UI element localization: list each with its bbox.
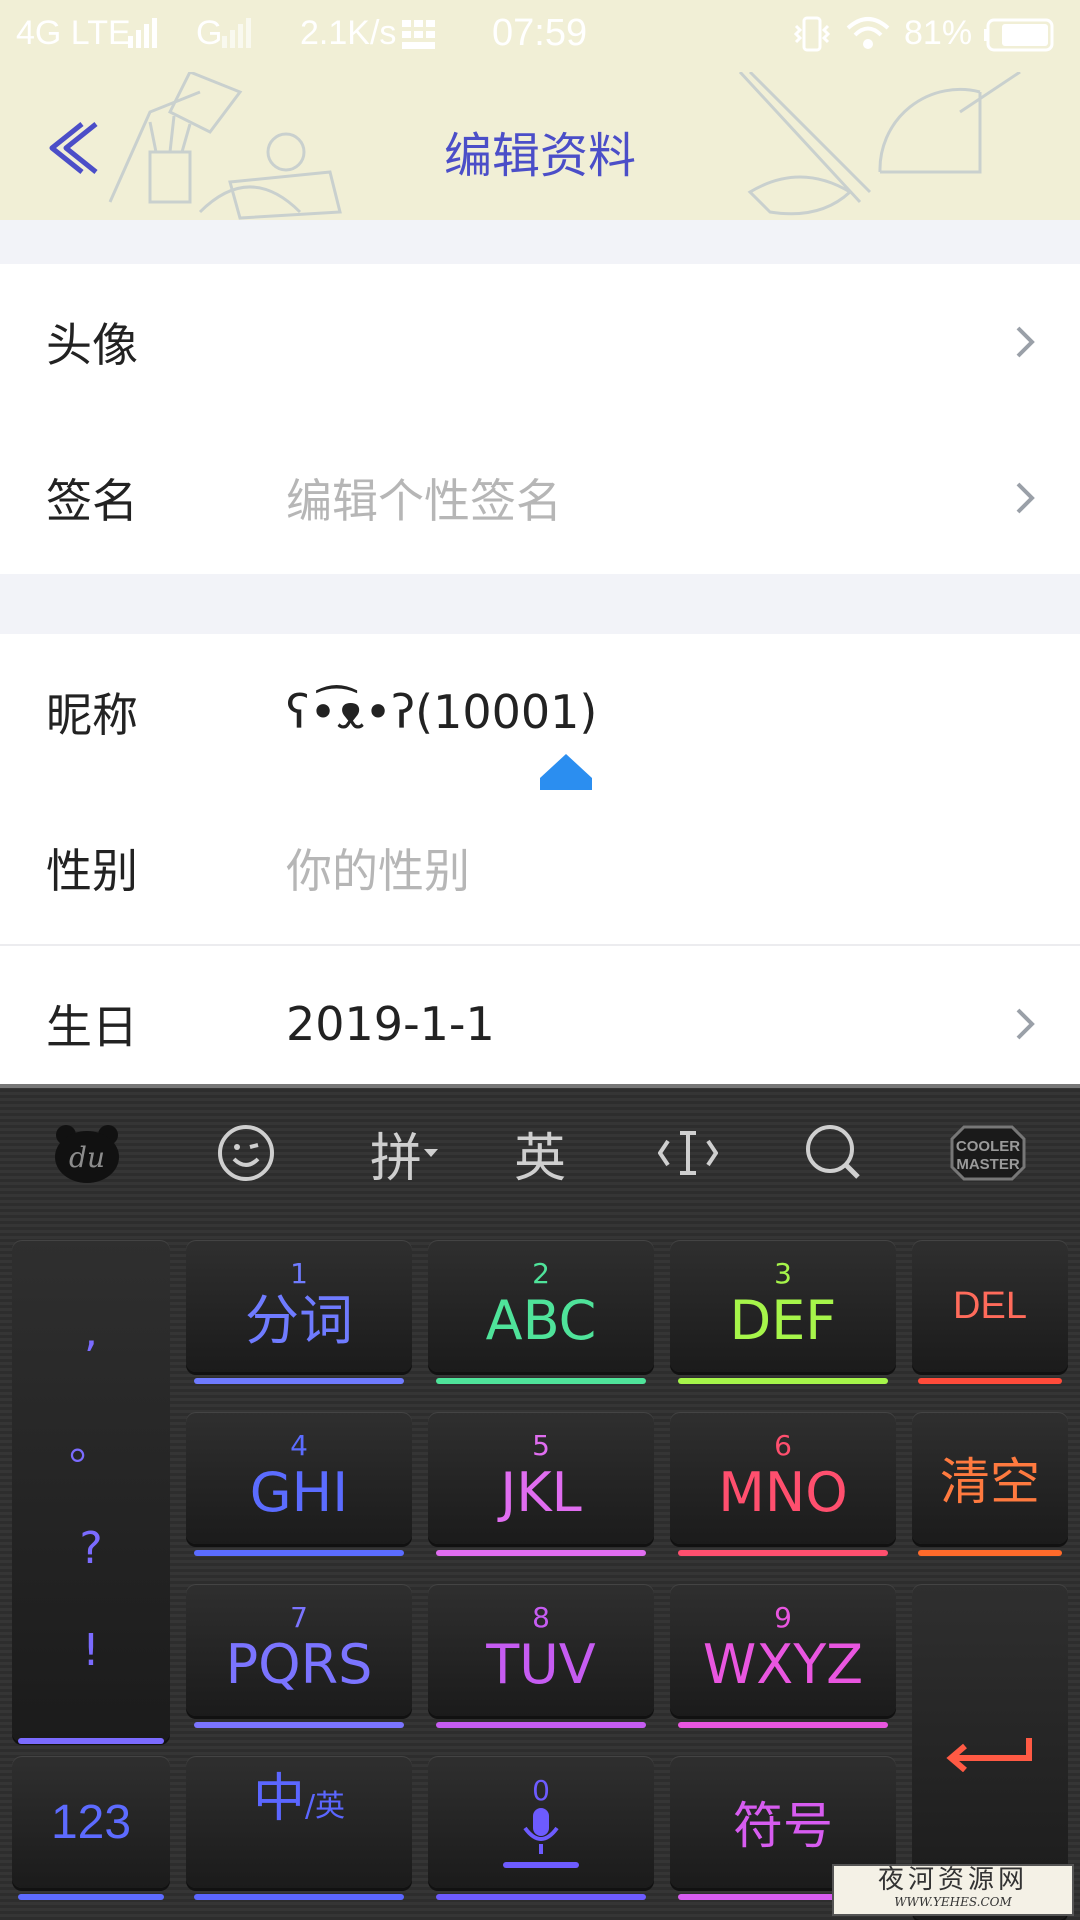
key-glow: [678, 1550, 888, 1556]
key-7[interactable]: 7 PQRS: [186, 1584, 412, 1716]
key-glow: [918, 1550, 1062, 1556]
signal-icon: [128, 18, 160, 57]
watermark-url: WWW.YEHES.COM: [894, 1895, 1012, 1909]
key-glow: [194, 1550, 404, 1556]
birthday-label: 生日: [46, 999, 138, 1054]
section-divider: [0, 220, 1080, 264]
nickname-label: 昵称: [46, 687, 138, 742]
key-4[interactable]: 4 GHI: [186, 1412, 412, 1544]
birthday-value: 2019-1-1: [286, 996, 495, 1051]
nickname-input[interactable]: ʕ•͡ᴥ•ʔ(10001): [286, 685, 597, 739]
svg-text:MASTER: MASTER: [956, 1156, 1020, 1173]
key-glow: [194, 1722, 404, 1728]
dropdown-triangle-icon: [424, 1149, 438, 1157]
keyboard-toolbar: du 拼 英 COOLER MASTER: [0, 1088, 1080, 1218]
microphone-icon: [523, 1808, 559, 1854]
notification-icon: [402, 20, 436, 50]
key-glow: [436, 1378, 646, 1384]
comma-key[interactable]: ,: [84, 1306, 98, 1357]
space-number: 0: [532, 1774, 550, 1807]
key-glow: [194, 1378, 404, 1384]
signature-row[interactable]: 签名 编辑个性签名: [0, 420, 1080, 575]
gender-row[interactable]: 性别 你的性别: [0, 790, 1080, 945]
network-speed: 2.1K/s: [300, 14, 397, 52]
search-icon[interactable]: [804, 1116, 864, 1190]
keyboard: du 拼 英 COOLER MASTER , 。 ? ! 1 分词 2 ABC …: [0, 1084, 1080, 1920]
key-9[interactable]: 9 WXYZ: [670, 1584, 896, 1716]
svg-text:du: du: [69, 1141, 105, 1174]
avatar-row[interactable]: 头像: [0, 264, 1080, 419]
network-type-2: G: [196, 14, 223, 52]
signature-placeholder: 编辑个性签名: [286, 473, 562, 528]
key-glow: [918, 1378, 1062, 1384]
key-glow: [678, 1378, 888, 1384]
gender-placeholder: 你的性别: [286, 843, 470, 898]
key-glow: [436, 1722, 646, 1728]
signal-2-icon: [222, 18, 254, 57]
punctuation-column[interactable]: , 。 ? !: [12, 1240, 170, 1742]
key-glow: [194, 1894, 404, 1900]
battery-percent: 81%: [904, 14, 973, 52]
cooler-master-logo-icon[interactable]: COOLER MASTER: [946, 1116, 1030, 1190]
delete-key[interactable]: DEL: [912, 1240, 1068, 1372]
language-main-label: 中: [252, 1769, 305, 1829]
number-mode-key[interactable]: 123: [12, 1756, 170, 1888]
delete-label: DEL: [953, 1284, 1027, 1327]
watermark-title: 夜河资源网: [877, 1865, 1028, 1895]
wifi-icon: [846, 16, 890, 59]
question-key[interactable]: ?: [79, 1523, 102, 1574]
app-header: 编辑资料: [0, 72, 1080, 220]
clear-label: 清空: [940, 1453, 1040, 1511]
section-divider: [0, 574, 1080, 634]
key-glow: [18, 1738, 164, 1744]
signature-label: 签名: [46, 473, 138, 528]
du-logo-icon[interactable]: du: [50, 1116, 124, 1190]
status-bar: 4G LTE G 2.1K/s 07:59 81%: [0, 0, 1080, 72]
exclamation-key[interactable]: !: [82, 1625, 100, 1676]
language-switch-key[interactable]: 中 /英: [186, 1756, 412, 1888]
key-3[interactable]: 3 DEF: [670, 1240, 896, 1372]
key-1[interactable]: 1 分词: [186, 1240, 412, 1372]
english-mode-button[interactable]: 英: [510, 1116, 570, 1190]
key-glow: [678, 1722, 888, 1728]
enter-arrow-icon: [946, 1738, 1032, 1772]
cursor-move-icon[interactable]: [658, 1116, 718, 1190]
clock: 07:59: [492, 12, 588, 54]
english-label: 英: [513, 1128, 566, 1189]
key-5[interactable]: 5 JKL: [428, 1412, 654, 1544]
number-mode-label: 123: [50, 1795, 132, 1849]
space-voice-key[interactable]: 0: [428, 1756, 654, 1888]
svg-text:COOLER: COOLER: [956, 1138, 1020, 1155]
language-sub-label: /英: [304, 1789, 346, 1824]
chevron-right-icon: [1016, 326, 1035, 357]
watermark: 夜河资源网 WWW.YEHES.COM: [832, 1864, 1074, 1916]
birthday-row[interactable]: 生日 2019-1-1: [0, 946, 1080, 1101]
space-bar-indicator: [503, 1862, 579, 1868]
key-2[interactable]: 2 ABC: [428, 1240, 654, 1372]
symbol-label: 符号: [733, 1797, 833, 1855]
chevron-right-icon: [1016, 482, 1035, 513]
emoji-icon[interactable]: [214, 1116, 278, 1190]
clear-key[interactable]: 清空: [912, 1412, 1068, 1544]
pinyin-mode-button[interactable]: 拼: [360, 1116, 450, 1190]
key-glow: [436, 1550, 646, 1556]
key-glow: [18, 1894, 164, 1900]
battery-icon: [984, 18, 1056, 61]
pinyin-label: 拼: [369, 1128, 422, 1189]
chevron-right-icon: [1016, 1008, 1035, 1039]
page-title: 编辑资料: [443, 128, 636, 184]
vibrate-icon: [792, 16, 832, 61]
key-8[interactable]: 8 TUV: [428, 1584, 654, 1716]
key-6[interactable]: 6 MNO: [670, 1412, 896, 1544]
gender-label: 性别: [46, 843, 138, 898]
period-key[interactable]: 。: [69, 1408, 113, 1472]
avatar-label: 头像: [46, 317, 138, 372]
key-glow: [436, 1894, 646, 1900]
network-type: 4G LTE: [16, 14, 131, 52]
